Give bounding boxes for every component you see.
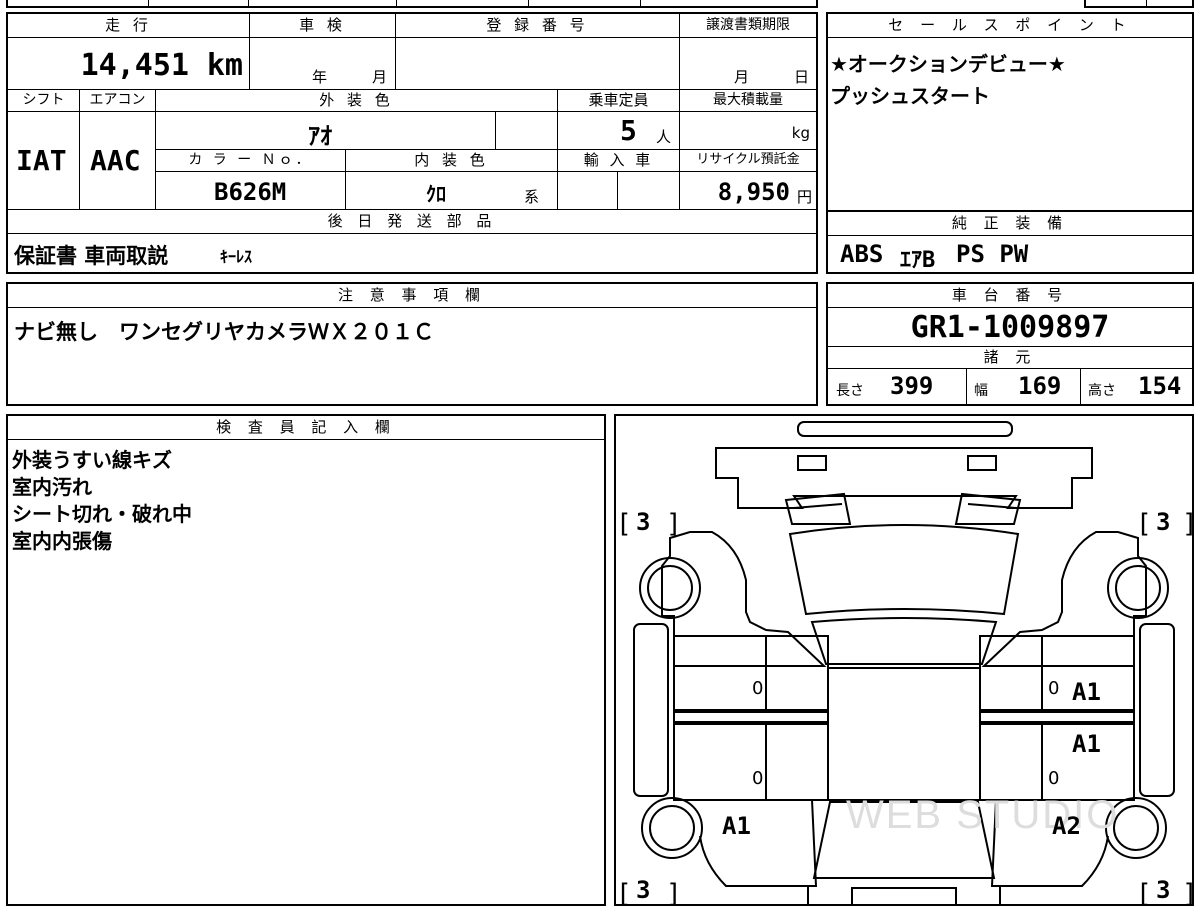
- mileage-value: 14,451: [80, 48, 189, 83]
- interior-color-label: 内 装 色: [414, 151, 489, 169]
- inspector-panel: 検 査 員 記 入 欄 外装うすい線キズ 室内汚れ シート切れ・破れ中 室内内張…: [6, 414, 606, 906]
- exterior-color-label: 外 装 色: [319, 91, 394, 109]
- windshield: [788, 524, 1020, 616]
- left-rear-door: [673, 721, 829, 801]
- transfer-month-unit: 月: [734, 68, 750, 86]
- car-diagram: [] [] [] [] WEB STUDIO: [616, 421, 1192, 904]
- top-partial-row: [6, 0, 818, 8]
- vehicle-info-grid: 走 行 車 検 登 録 番 号 譲渡書類期限 14,451 km 年 月 月 日…: [6, 12, 818, 274]
- inspector-line-2: 室内汚れ: [12, 475, 92, 499]
- length-label: 長さ: [836, 383, 864, 399]
- svg-text:]: ]: [666, 509, 682, 539]
- car-diagram-panel: [] [] [] [] WEB STUDIO 3 3 3 3 0 0 0 0 A…: [614, 414, 1194, 906]
- roof: [810, 617, 998, 665]
- shift-value: IAT: [16, 144, 67, 177]
- svg-text:[: [: [1136, 879, 1152, 904]
- left-body: [661, 531, 827, 667]
- registration-label: 登 録 番 号: [486, 16, 589, 34]
- shift-label: シフト: [22, 92, 65, 108]
- inspection-month-unit: 月: [372, 68, 388, 86]
- front-panel: [715, 447, 1093, 509]
- transfer-deadline-label: 譲渡書類期限: [706, 17, 790, 33]
- sales-point-label: セ ー ル ス ポ イ ン ト: [828, 14, 1192, 38]
- capacity-value: 5: [620, 114, 637, 147]
- specs-label: 諸 元: [983, 348, 1037, 366]
- svg-text:]: ]: [1182, 509, 1192, 539]
- equipment-abs: ABS: [840, 240, 884, 268]
- interior-color-suffix: 系: [524, 188, 540, 206]
- import-label: 輸 入 車: [583, 151, 654, 169]
- genuine-equipment-panel: 純 正 装 備 ABS ｴｱB PS PW: [826, 210, 1194, 274]
- color-number-label: カ ラ ー Ｎｏ．: [188, 152, 313, 168]
- inspector-label: 検 査 員 記 入 欄: [8, 416, 604, 440]
- svg-text:[: [: [1136, 509, 1152, 539]
- left-sill: [633, 623, 669, 797]
- chassis-label: 車 台 番 号: [828, 284, 1192, 308]
- front-light-left: [797, 455, 827, 471]
- interior-color-value: ｸﾛ: [426, 182, 446, 206]
- later-parts-value: 保証書 車両取説: [14, 244, 169, 268]
- sales-point-panel: セ ー ル ス ポ イ ン ト ★オークションデビュー★ プッシュスタート: [826, 12, 1194, 212]
- later-parts-extra: ｷｰﾚｽ: [220, 247, 253, 266]
- chassis-panel: 車 台 番 号 GR1-1009897 諸 元 長さ 399 幅 169 高さ …: [826, 282, 1194, 406]
- recycle-label: リサイクル預託金: [696, 152, 800, 167]
- svg-text:]: ]: [666, 879, 682, 904]
- ac-label: エアコン: [89, 92, 146, 108]
- damage-mark-right-rear-door: A1: [1072, 730, 1101, 758]
- equipment-ps-pw: PS PW: [956, 240, 1029, 268]
- equipment-airbag: ｴｱB: [900, 248, 936, 273]
- right-sill: [1139, 623, 1175, 797]
- length-value: 399: [890, 372, 934, 400]
- chassis-number: GR1-1009897: [910, 310, 1110, 345]
- sales-line-2: プッシュスタート: [830, 84, 990, 108]
- svg-text:[: [: [616, 879, 632, 904]
- notes-panel: 注 意 事 項 欄 ナビ無し ワンセグリヤカメラＷＸ２０１Ｃ: [6, 282, 818, 406]
- recycle-unit: 円: [796, 188, 812, 206]
- inspector-line-1: 外装うすい線キズ: [12, 448, 172, 472]
- sales-line-1: ★オークションデビュー★: [830, 52, 1066, 76]
- zero-right-rear: 0: [1048, 768, 1060, 789]
- ac-value: AAC: [90, 144, 141, 177]
- damage-mark-left-rear-fender: A1: [722, 812, 751, 840]
- right-body: [981, 531, 1147, 667]
- front-light-right: [967, 455, 997, 471]
- inspection-label: 車 検: [299, 16, 346, 34]
- cabin: [827, 667, 981, 801]
- registration-value: [396, 38, 680, 90]
- capacity-label: 乗車定員: [588, 91, 649, 109]
- color-number-value: B626M: [214, 178, 287, 206]
- max-load-label: 最大積載量: [713, 92, 783, 108]
- svg-text:[: [: [616, 509, 632, 539]
- width-label: 幅: [974, 383, 988, 399]
- inspector-line-3: シート切れ・破れ中: [12, 502, 192, 526]
- exterior-color-value: ｱｵ: [308, 122, 332, 150]
- front-bumper: [797, 421, 1013, 437]
- max-load-unit: kg: [791, 124, 810, 142]
- notes-label: 注 意 事 項 欄: [8, 284, 816, 308]
- height-value: 154: [1138, 372, 1182, 400]
- zero-left-rear: 0: [752, 768, 764, 789]
- genuine-equipment-label: 純 正 装 備: [828, 212, 1192, 236]
- width-value: 169: [1018, 372, 1062, 400]
- capacity-unit: 人: [656, 128, 672, 146]
- recycle-value: 8,950: [717, 178, 790, 206]
- mileage-label: 走 行: [105, 16, 152, 34]
- inspector-line-4: 室内内張傷: [12, 529, 112, 553]
- inspection-year-unit: 年: [312, 68, 328, 86]
- damage-mark-right-rear-fender: A2: [1052, 812, 1081, 840]
- height-label: 高さ: [1088, 383, 1116, 399]
- later-parts-label: 後 日 発 送 部 品: [327, 212, 497, 230]
- transfer-day-unit: 日: [794, 68, 810, 86]
- top-partial-right: [1084, 0, 1194, 8]
- zero-left-front: 0: [752, 678, 764, 699]
- notes-value: ナビ無し ワンセグリヤカメラＷＸ２０１Ｃ: [14, 320, 434, 344]
- svg-text:]: ]: [1182, 879, 1192, 904]
- zero-right-front: 0: [1048, 678, 1060, 699]
- tire-front-left-value: 3: [636, 508, 651, 536]
- damage-mark-right-front-door: A1: [1072, 678, 1101, 706]
- tire-front-right-value: 3: [1156, 508, 1171, 536]
- mileage-unit: km: [206, 48, 243, 83]
